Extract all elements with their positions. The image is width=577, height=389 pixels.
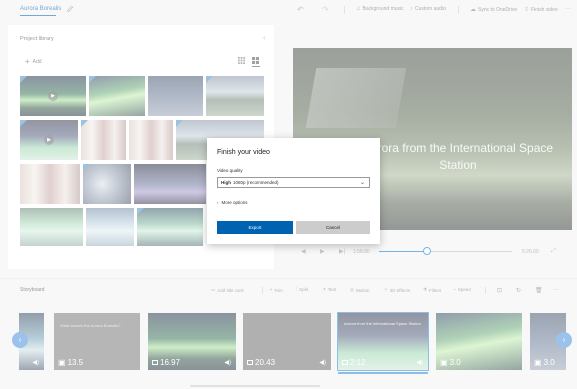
video-quality-label: Video quality [217,168,243,173]
quality-level: High [221,180,231,185]
more-options-toggle[interactable]: › More options [217,200,248,205]
chevron-right-icon: › [217,200,219,205]
video-quality-dropdown[interactable]: High 1080p (recommended) ⌄ [217,177,370,188]
dialog-title: Finish your video [217,149,270,156]
export-button[interactable]: Export [217,221,293,234]
photos-video-editor: Aurora Borealis ↶ ↷ ♫ Background music ♪… [0,0,577,389]
finish-video-dialog: Finish your video Video quality High 108… [207,138,380,244]
cancel-button[interactable]: Cancel [296,221,370,234]
quality-detail: 1080p (recommended) [233,180,279,185]
chevron-down-icon: ⌄ [359,180,365,186]
more-options-label: More options [221,200,248,205]
